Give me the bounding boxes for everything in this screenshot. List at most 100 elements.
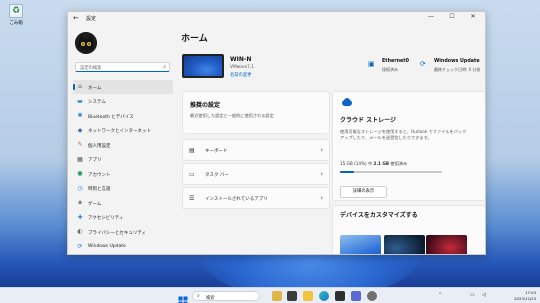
sidebar-item-label: アカウント <box>88 172 111 178</box>
sidebar-item-11[interactable]: ◐ プライバシーとセキュリティ <box>73 225 173 239</box>
sidebar-item-label: アクセシビリティ <box>88 216 124 221</box>
recommended-row[interactable]: ▤ キーボード › <box>182 139 330 161</box>
time-language-icon: ◷ <box>77 184 83 192</box>
rename-link[interactable]: 名前の変更 <box>230 72 251 78</box>
windows-update-status-icon: ⟳ <box>420 60 426 68</box>
sidebar-item-6[interactable]: ▦ アプリ <box>73 153 173 167</box>
sidebar-item-10[interactable]: ✚ アクセシビリティ <box>73 211 173 225</box>
ethernet-status: 接続済み <box>382 67 398 72</box>
sidebar-item-label: ゲーム <box>88 201 102 207</box>
search-icon: ⌕ <box>163 64 166 70</box>
installed-apps-icon: ☰ <box>189 195 195 202</box>
sidebar-nav: ⌂ ホーム ▬ システム ✱ Bluetooth とデバイス ◆ ネットワークとインターネット… <box>73 80 173 254</box>
windows-update-icon: ⟳ <box>77 242 83 250</box>
title-bar: ← 設定 — ☐ ✕ <box>68 12 485 26</box>
accessibility-icon: ✚ <box>77 213 83 221</box>
device-model: VMware7,1 <box>230 65 254 70</box>
window-title: 設定 <box>86 16 97 22</box>
edge-icon[interactable] <box>319 291 329 301</box>
sidebar-item-label: 個人用設定 <box>88 143 111 149</box>
bluetooth-icon: ✱ <box>77 112 83 119</box>
personalization-icon: ✎ <box>77 141 83 148</box>
cloud-storage-card <box>332 91 485 201</box>
device-thumbnail <box>182 54 224 78</box>
apps-icon: ▦ <box>77 155 83 163</box>
close-button[interactable]: ✕ <box>465 13 481 20</box>
sidebar-item-4[interactable]: ◆ ネットワークとインターネット <box>73 124 173 138</box>
wallpaper-tile-3[interactable] <box>426 235 467 254</box>
sidebar-item-8[interactable]: ◷ 時刻と言語 <box>73 182 173 196</box>
taskbar-icon: ▭ <box>189 171 195 178</box>
wallpaper-tile-1[interactable] <box>340 235 381 254</box>
sidebar-item-2[interactable]: ▬ システム <box>73 95 173 109</box>
sidebar-item-label: Windows Update <box>88 244 126 249</box>
chevron-up-icon[interactable]: ⌃ <box>438 292 442 298</box>
windows-update-status: 最終チェック日時: 0 分前 <box>434 67 481 72</box>
sidebar-item-label: システム <box>88 100 106 105</box>
ethernet-title[interactable]: Ethernet0 <box>382 59 409 64</box>
cloud-title: クラウド ストレージ <box>340 117 396 124</box>
sidebar-item-12[interactable]: ⟳ Windows Update <box>73 240 173 254</box>
recycle-bin-icon: ♻ <box>9 4 23 18</box>
sidebar-item-label: ホーム <box>88 85 102 91</box>
cloud-usage: 15 GB (14%) 中 2.1 GB 使用済み <box>340 161 408 166</box>
clock-date: 2023/12/23 <box>514 295 536 301</box>
minimize-button[interactable]: — <box>423 13 439 20</box>
system-icon: ▬ <box>77 97 83 105</box>
clock[interactable]: 17:03 2023/12/23 <box>514 290 536 301</box>
maximize-button[interactable]: ☐ <box>444 13 460 20</box>
sidebar-item-label: アプリ <box>88 158 102 163</box>
taskbar-search[interactable]: ⌕ 検索 <box>192 291 260 301</box>
file-explorer-icon[interactable] <box>303 291 313 301</box>
avatar[interactable] <box>75 32 97 54</box>
sidebar-item-label: プライバシーとセキュリティ <box>88 230 147 236</box>
recycle-bin[interactable]: ♻ ごみ箱 <box>6 4 26 30</box>
chevron-right-icon: › <box>320 194 323 202</box>
settings-search-input[interactable]: 設定の検索 ⌕ <box>75 62 170 72</box>
page-title: ホーム <box>181 34 208 44</box>
app-icon[interactable] <box>351 291 361 301</box>
sidebar-item-label: Bluetooth とデバイス <box>88 114 134 120</box>
sidebar-item-1[interactable]: ⌂ ホーム <box>73 80 173 94</box>
volume-icon[interactable]: ◁ <box>482 292 486 298</box>
settings-gear-icon[interactable] <box>367 291 377 301</box>
recycle-bin-label: ごみ箱 <box>9 21 23 26</box>
recommended-row[interactable]: ☰ インストールされているアプリ › <box>182 187 330 209</box>
cloud-details-button[interactable]: 詳細の表示 <box>340 186 387 198</box>
sidebar-item-7[interactable]: ● アカウント <box>73 167 173 181</box>
cloud-description: 使用可能なストレージを使用すると、Outlook でファイルをバックアップしたり… <box>340 129 467 140</box>
cloud-usage-bar <box>340 171 442 173</box>
sidebar-item-5[interactable]: ✎ 個人用設定 <box>73 138 173 152</box>
gaming-icon: ◈ <box>77 199 83 206</box>
recommended-subtitle: 最近使用した設定と一般的に使用される設定 <box>190 113 274 118</box>
sidebar-item-9[interactable]: ◈ ゲーム <box>73 196 173 210</box>
wallpaper-tile-2[interactable] <box>384 235 425 254</box>
settings-window: ← 設定 — ☐ ✕ 設定の検索 ⌕ ⌂ ホーム ▬ システム ✱ Bluetooth と… <box>67 11 486 255</box>
task-view-icon[interactable] <box>287 291 297 301</box>
network-tray-icon[interactable]: ▭ <box>470 292 475 298</box>
cloud-icon <box>340 98 352 106</box>
back-icon[interactable]: ← <box>73 14 79 22</box>
privacy-icon: ◐ <box>77 228 83 235</box>
chevron-right-icon: › <box>320 170 323 178</box>
search-placeholder: 設定の検索 <box>80 66 102 71</box>
store-icon[interactable] <box>335 291 345 301</box>
sidebar-item-3[interactable]: ✱ Bluetooth とデバイス <box>73 109 173 123</box>
recommended-title: 推奨の設定 <box>190 102 221 109</box>
start-icon[interactable] <box>178 291 188 303</box>
search-icon: ⌕ <box>197 293 200 299</box>
taskbar-search-placeholder: 検索 <box>206 295 215 301</box>
network-icon: ◆ <box>77 126 83 134</box>
recommended-row-label: インストールされているアプリ <box>205 197 268 202</box>
windows-update-title[interactable]: Windows Update <box>434 59 480 64</box>
chevron-right-icon: › <box>320 146 323 154</box>
widgets-icon[interactable] <box>272 291 282 301</box>
ethernet-icon: ▣ <box>368 60 375 68</box>
account-icon: ● <box>77 170 83 177</box>
recommended-row-label: キーボード <box>205 149 228 154</box>
recommended-row[interactable]: ▭ タスク バー › <box>182 163 330 185</box>
device-name: WIN-N <box>230 56 252 63</box>
sidebar-item-label: ネットワークとインターネット <box>88 129 151 134</box>
customize-title: デバイスをカスタマイズする <box>340 212 418 219</box>
recommended-row-label: タスク バー <box>205 173 229 178</box>
